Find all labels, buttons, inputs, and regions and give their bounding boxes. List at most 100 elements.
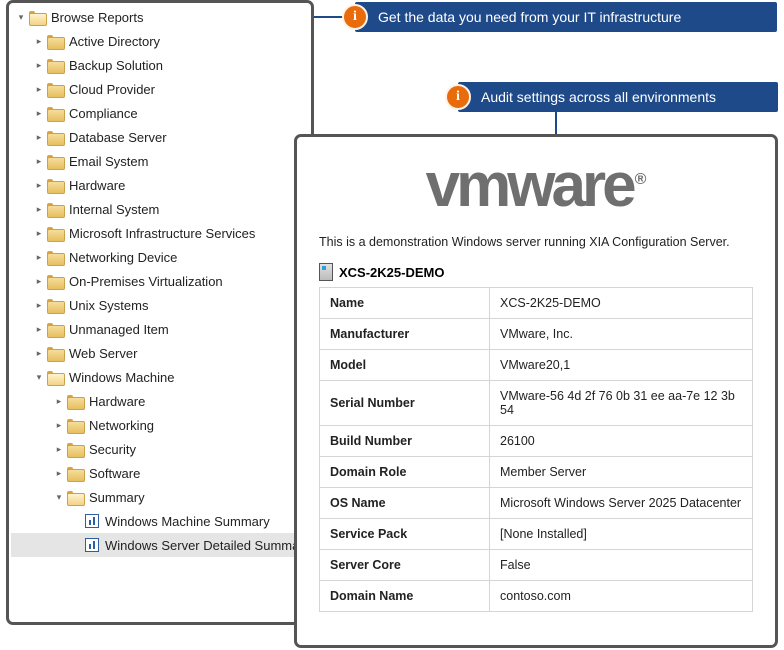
tree-root[interactable]: ▾ Browse Reports (11, 5, 311, 29)
chevron-right-icon[interactable]: ▸ (33, 323, 45, 335)
folder-icon (47, 347, 63, 360)
tree-item[interactable]: ▸ Software (11, 461, 311, 485)
prop-key: Name (320, 288, 490, 319)
tree-item[interactable]: ▸Hardware (11, 389, 311, 413)
prop-key: Model (320, 350, 490, 381)
tree-item-label: Microsoft Infrastructure Services (69, 226, 255, 241)
tree-item-label: Active Directory (69, 34, 160, 49)
chevron-right-icon[interactable]: ▸ (33, 251, 45, 263)
tree-item-label: Database Server (69, 130, 167, 145)
chevron-right-icon[interactable]: ▸ (33, 347, 45, 359)
table-row: ManufacturerVMware, Inc. (320, 319, 753, 350)
tree-item[interactable]: ▸ Microsoft Infrastructure Services (11, 221, 311, 245)
chevron-down-icon[interactable]: ▾ (53, 491, 65, 503)
tree-item-label: Windows Machine Summary (105, 514, 270, 529)
tree-item[interactable]: ▸Internal System (11, 197, 311, 221)
info-icon: i (445, 84, 471, 110)
prop-val: Microsoft Windows Server 2025 Datacenter (490, 488, 753, 519)
table-row: Service Pack[None Installed] (320, 519, 753, 550)
prop-val: [None Installed] (490, 519, 753, 550)
tree-item-label: Compliance (69, 106, 138, 121)
folder-icon (47, 179, 63, 192)
prop-val: contoso.com (490, 581, 753, 612)
chevron-right-icon[interactable]: ▸ (33, 275, 45, 287)
table-row: Build Number26100 (320, 426, 753, 457)
callout-connector-2 (555, 112, 557, 136)
tree-item[interactable]: ▸Unmanaged Item (11, 317, 311, 341)
folder-icon (47, 275, 63, 288)
chevron-right-icon[interactable]: ▸ (53, 419, 65, 431)
tree-item-summary[interactable]: ▾ Summary (11, 485, 311, 509)
tree-item-label: Summary (89, 490, 145, 505)
server-icon (319, 263, 333, 281)
chevron-down-icon[interactable]: ▾ (33, 371, 45, 383)
tree-item-label: Windows Server Detailed Summary (105, 538, 310, 553)
tree-item[interactable]: ▸Cloud Provider (11, 77, 311, 101)
table-row: Domain Namecontoso.com (320, 581, 753, 612)
tree-root-label: Browse Reports (51, 10, 143, 25)
chevron-down-icon[interactable]: ▾ (15, 11, 27, 23)
vmware-logo: vmware® (319, 155, 753, 217)
tree-item-label: Networking Device (69, 250, 177, 265)
folder-icon (47, 35, 63, 48)
tree-item[interactable]: ▸ Networking Device (11, 245, 311, 269)
folder-icon (47, 251, 63, 264)
chevron-right-icon[interactable]: ▸ (33, 179, 45, 191)
tree-item[interactable]: ▸ Security (11, 437, 311, 461)
chevron-right-icon[interactable]: ▸ (53, 443, 65, 455)
folder-icon (67, 443, 83, 456)
chevron-right-icon[interactable]: ▸ (33, 203, 45, 215)
tree-item-label: Web Server (69, 346, 137, 361)
chevron-right-icon[interactable]: ▸ (53, 395, 65, 407)
tree-item[interactable]: ▸ Compliance (11, 101, 311, 125)
tree-report-item[interactable]: ▸Windows Machine Summary (11, 509, 311, 533)
folder-icon (47, 131, 63, 144)
tree-item[interactable]: ▸Unix Systems (11, 293, 311, 317)
tree-report-item[interactable]: ▸Windows Server Detailed Summary (11, 533, 311, 557)
tree-item-label: Windows Machine (69, 370, 175, 385)
prop-val: VMware, Inc. (490, 319, 753, 350)
tree-item-label: Security (89, 442, 136, 457)
folder-icon (67, 467, 83, 480)
chevron-right-icon[interactable]: ▸ (53, 467, 65, 479)
tree-item-windows-machine[interactable]: ▾ Windows Machine (11, 365, 311, 389)
tree-item[interactable]: ▸ Database Server (11, 125, 311, 149)
chevron-right-icon[interactable]: ▸ (33, 227, 45, 239)
tree-item-label: Hardware (69, 178, 125, 193)
chevron-right-icon[interactable]: ▸ (33, 299, 45, 311)
folder-icon (47, 83, 63, 96)
table-row: Domain RoleMember Server (320, 457, 753, 488)
prop-val: XCS-2K25-DEMO (490, 288, 753, 319)
folder-open-icon (47, 371, 63, 384)
host-name: XCS-2K25-DEMO (339, 265, 444, 280)
prop-key: Service Pack (320, 519, 490, 550)
chevron-right-icon[interactable]: ▸ (33, 155, 45, 167)
tree-item[interactable]: ▸Backup Solution (11, 53, 311, 77)
table-row: NameXCS-2K25-DEMO (320, 288, 753, 319)
folder-open-icon (67, 491, 83, 504)
table-row: Server CoreFalse (320, 550, 753, 581)
tree-item[interactable]: ▸ Active Directory (11, 29, 311, 53)
prop-val: Member Server (490, 457, 753, 488)
reports-tree-panel: ▾ Browse Reports ▸ Active Directory ▸Backu… (6, 0, 314, 625)
tree-item[interactable]: ▸ On-Premises Virtualization (11, 269, 311, 293)
tree-item[interactable]: ▸ Web Server (11, 341, 311, 365)
tree-item-label: Software (89, 466, 140, 481)
prop-key: Build Number (320, 426, 490, 457)
tree-item[interactable]: ▸Email System (11, 149, 311, 173)
chevron-right-icon[interactable]: ▸ (33, 59, 45, 71)
chevron-right-icon[interactable]: ▸ (33, 107, 45, 119)
prop-val: 26100 (490, 426, 753, 457)
chevron-right-icon[interactable]: ▸ (33, 83, 45, 95)
callout-connector-1 (311, 16, 344, 18)
tree-item[interactable]: ▸Networking (11, 413, 311, 437)
tree-item-label: On-Premises Virtualization (69, 274, 223, 289)
chevron-right-icon[interactable]: ▸ (33, 35, 45, 47)
prop-val: VMware-56 4d 2f 76 0b 31 ee aa-7e 12 3b … (490, 381, 753, 426)
prop-val: VMware20,1 (490, 350, 753, 381)
folder-icon (67, 419, 83, 432)
tree-item[interactable]: ▸ Hardware (11, 173, 311, 197)
table-row: ModelVMware20,1 (320, 350, 753, 381)
chevron-right-icon[interactable]: ▸ (33, 131, 45, 143)
prop-val: False (490, 550, 753, 581)
